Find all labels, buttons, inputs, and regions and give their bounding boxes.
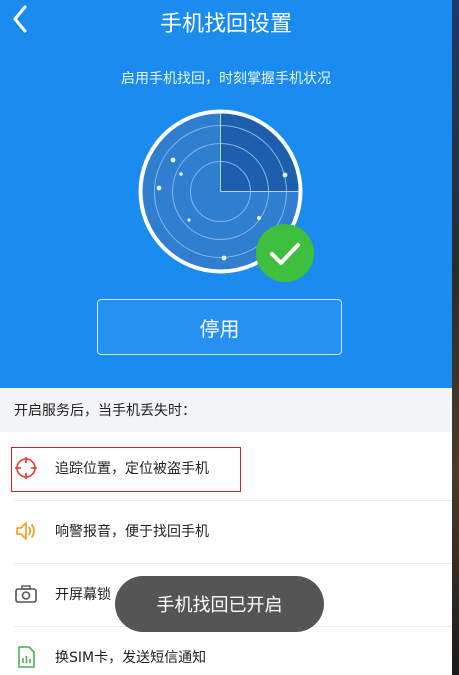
sim-card-icon — [14, 645, 38, 669]
background-strip — [452, 0, 459, 675]
feature-label: 换SIM卡，发送短信通知 — [55, 650, 207, 666]
feature-alarm: 响警报音，便于找回手机 — [0, 501, 452, 561]
feature-sim-change: 换SIM卡，发送短信通知 — [0, 627, 452, 675]
feature-label: 响警报音，便于找回手机 — [55, 524, 209, 540]
section-title: 开启服务后，当手机丢失时： — [0, 388, 452, 432]
speaker-icon — [14, 519, 38, 543]
highlight-box — [11, 447, 241, 492]
feature-label: 开屏幕锁 — [55, 587, 111, 603]
stop-button[interactable]: 停用 — [97, 299, 342, 355]
toast-message: 手机找回已开启 — [115, 576, 324, 632]
check-circle-icon — [256, 224, 314, 282]
hero-subtitle: 启用手机找回，时刻掌握手机状况 — [121, 71, 331, 87]
phone-screen: 手机找回设置 启用手机找回，时刻掌握手机状况 停用 开启服务后，当手机丢失时： … — [0, 0, 452, 675]
page-title: 手机找回设置 — [159, 12, 292, 37]
top-bar: 手机找回设置 — [0, 0, 452, 44]
hero-panel: 手机找回设置 启用手机找回，时刻掌握手机状况 停用 — [0, 0, 452, 388]
camera-icon — [14, 582, 38, 606]
